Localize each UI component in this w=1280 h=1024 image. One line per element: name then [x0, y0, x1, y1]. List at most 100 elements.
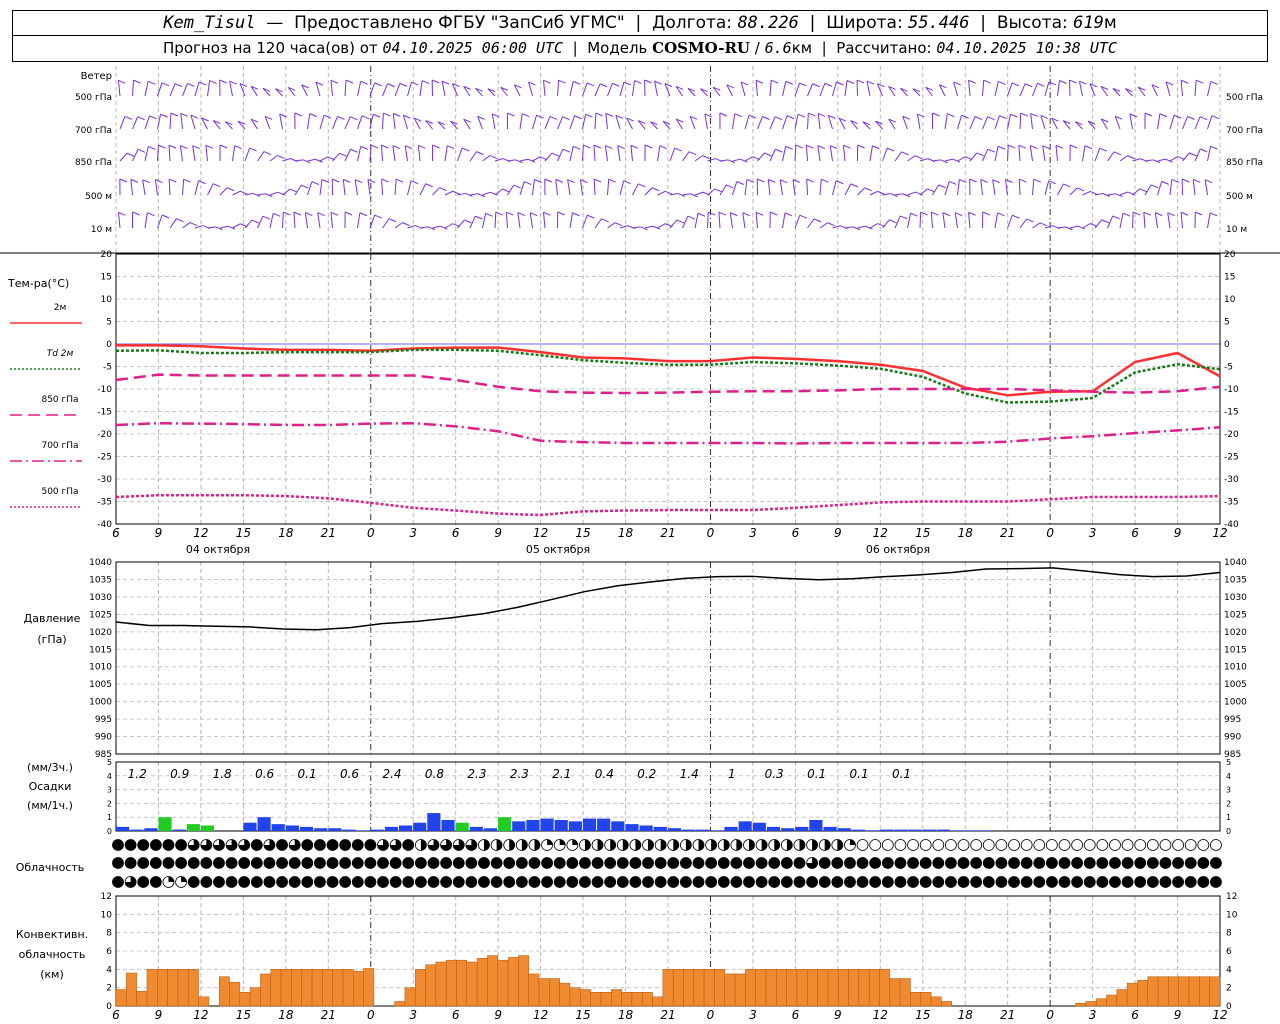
pres-ytick-right: 1030 — [1224, 593, 1247, 603]
wind-barb-flag — [665, 190, 673, 195]
conv-bar — [1188, 976, 1200, 1007]
wind-barb — [304, 212, 308, 229]
wind-barb-flag — [775, 148, 783, 153]
cloud-cover-icon — [1121, 876, 1134, 888]
conv-bar — [301, 969, 313, 1007]
wind-barb-flag — [359, 212, 368, 217]
wind-barb — [1194, 116, 1201, 130]
wind-barb — [219, 187, 228, 196]
wind-barb-flag — [931, 211, 939, 216]
cloud-cover-icon — [528, 857, 541, 869]
prec-bar — [186, 824, 200, 831]
wind-level-label-right: 10 м — [1226, 225, 1247, 235]
prec-ytick-right: 4 — [1226, 772, 1231, 781]
wind-barb — [402, 115, 408, 130]
cloud-cover-icon — [112, 876, 124, 888]
cloud-cover-icon — [490, 876, 503, 888]
conv-bar — [549, 978, 560, 1007]
wind-barb-flag — [381, 178, 389, 183]
temp-ytick-right: 5 — [1224, 318, 1230, 328]
temp-ytick-left: 15 — [101, 273, 112, 283]
cloud-cover-half — [509, 839, 515, 851]
wind-barb-flag — [1055, 144, 1064, 149]
wind-barb — [932, 159, 941, 162]
wind-barb — [992, 179, 996, 196]
wind-barb-flag — [762, 116, 770, 120]
conv-bar — [291, 969, 302, 1007]
cloud-cover-icon — [377, 857, 389, 869]
wind-barb — [632, 183, 639, 196]
wind-barb — [619, 81, 625, 97]
conv-bar — [167, 969, 179, 1007]
wind-barb-flag — [702, 155, 710, 160]
cloud-cover-icon — [1033, 839, 1046, 851]
cloud-cover-icon — [402, 857, 415, 869]
wind-barb — [557, 116, 564, 130]
time-tick-label-bottom: 9 — [155, 1008, 163, 1022]
wind-barb-flag — [309, 113, 317, 118]
prec-unit-bottom: (мм/1ч.) — [27, 799, 73, 812]
cloud-cover-icon — [1172, 839, 1184, 851]
time-tick-label: 0 — [367, 526, 375, 540]
time-tick-label: 9 — [834, 526, 842, 540]
wind-level-label-right: 500 м — [1226, 192, 1253, 202]
wind-barb-flag — [130, 178, 139, 183]
wind-barb-flag — [1180, 79, 1189, 84]
wind-barb-flag — [817, 145, 826, 150]
wind-barb-flag — [872, 145, 880, 150]
wind-barb-flag — [843, 144, 851, 149]
temp-series-4 — [115, 493, 1221, 517]
wind-barb-flag — [557, 211, 565, 216]
wind-barb — [767, 179, 771, 196]
wind-barb-flag — [432, 144, 440, 149]
conv-bar — [786, 969, 798, 1007]
wind-barb — [832, 225, 841, 229]
cloud-cover-icon — [844, 857, 856, 869]
cloud-cover-half — [723, 839, 730, 851]
conv-bar — [332, 969, 344, 1007]
wind-barb — [819, 222, 828, 229]
wind-barb-flag — [580, 179, 588, 183]
cloud-cover-icon — [995, 857, 1008, 869]
cloud-cover-icon — [780, 857, 793, 869]
pres-ytick-left: 1000 — [89, 698, 112, 708]
wind-barb-flag — [343, 178, 351, 183]
temp-ytick-left: 0 — [106, 340, 112, 350]
cloud-cover-half — [837, 839, 843, 851]
wind-barb — [644, 187, 653, 196]
cloud-cover-icon — [1159, 839, 1172, 851]
wind-barb-flag — [393, 112, 401, 117]
wind-barb-flag — [485, 212, 493, 217]
temp-ytick-right: 15 — [1224, 273, 1235, 283]
cloud-cover-icon — [1109, 876, 1121, 888]
temp-legend-label: 850 гПа — [41, 395, 78, 405]
wind-barb — [719, 159, 729, 162]
wind-barb-flag — [1037, 82, 1045, 87]
wind-barb — [907, 213, 912, 229]
wind-barb-flag — [998, 80, 1006, 85]
wind-barb — [394, 222, 403, 229]
wind-barb — [769, 116, 776, 130]
wind-barb — [407, 225, 416, 229]
date-label: 05 октября — [526, 543, 590, 556]
wind-barb-flag — [272, 212, 281, 217]
conv-bar — [1178, 976, 1190, 1007]
prec-total: 0.1 — [892, 767, 911, 781]
wind-barb — [615, 115, 621, 130]
cloud-cover-icon — [1197, 839, 1210, 851]
cloud-cover-icon — [881, 876, 894, 888]
wind-barb-flag — [1010, 113, 1018, 118]
temp-ytick-right: 20 — [1224, 250, 1236, 260]
wind-barb — [382, 113, 384, 130]
cloud-cover-icon — [1033, 857, 1046, 869]
cloud-cover-icon — [957, 876, 970, 888]
wind-barb — [529, 212, 533, 229]
wind-level-label: 500 м — [85, 192, 112, 202]
wind-barb-flag — [586, 82, 595, 87]
wind-barb — [319, 115, 325, 130]
wind-barb — [1207, 146, 1212, 162]
wind-barb — [866, 81, 871, 97]
conv-bar — [353, 970, 364, 1007]
cloud-cover-icon — [528, 876, 541, 888]
wind-barb — [257, 193, 266, 196]
